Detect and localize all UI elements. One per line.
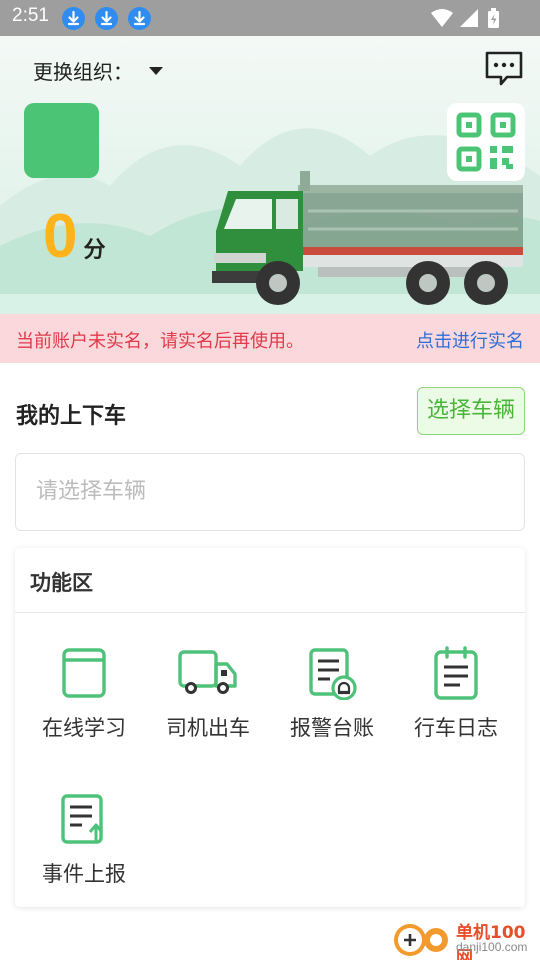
realname-warning-text: 当前账户未实名，请实名后再使用。 bbox=[16, 331, 304, 352]
function-driver-departure[interactable]: 司机出车 bbox=[146, 646, 270, 742]
function-area-title: 功能区 bbox=[30, 571, 93, 595]
score-value: 0 bbox=[43, 202, 78, 271]
site-watermark: 单机100网 danji100.com bbox=[392, 916, 540, 960]
logbook-icon bbox=[434, 646, 478, 700]
realname-notice-bar: 当前账户未实名，请实名后再使用。 点击进行实名 bbox=[0, 314, 540, 363]
function-online-learning[interactable]: 在线学习 bbox=[22, 646, 146, 742]
function-label: 在线学习 bbox=[42, 716, 126, 740]
function-driving-log[interactable]: 行车日志 bbox=[394, 646, 518, 742]
function-label: 事件上报 bbox=[42, 862, 126, 886]
org-switch-label: 更换组织： bbox=[33, 60, 133, 84]
vehicle-select-field[interactable]: 请选择车辆 bbox=[15, 453, 525, 531]
wheel bbox=[256, 261, 300, 305]
org-switch-dropdown[interactable]: 更换组织： bbox=[33, 56, 163, 85]
avatar[interactable] bbox=[24, 103, 99, 178]
function-event-report[interactable]: 事件上报 bbox=[22, 792, 146, 888]
caret-down-icon bbox=[149, 66, 163, 75]
dump-truck-illustration bbox=[212, 171, 523, 305]
status-right-icons bbox=[430, 8, 502, 34]
message-icon[interactable] bbox=[484, 50, 524, 92]
wheel bbox=[406, 261, 450, 305]
watermark-logo-icon bbox=[394, 924, 448, 956]
download-icon bbox=[62, 7, 85, 30]
my-vehicle-title: 我的上下车 bbox=[16, 404, 127, 429]
select-vehicle-button[interactable]: 选择车辆 bbox=[417, 387, 525, 435]
status-time: 2:51 bbox=[12, 5, 49, 26]
watermark-url: danji100.com bbox=[456, 940, 528, 954]
download-icon bbox=[95, 7, 118, 30]
score-display: 0 分 bbox=[43, 206, 106, 268]
profile-header: 更换组织： 0 分 bbox=[0, 36, 540, 314]
function-label: 报警台账 bbox=[290, 716, 374, 740]
book-icon bbox=[62, 648, 106, 698]
divider bbox=[15, 612, 525, 613]
realname-verify-link[interactable]: 点击进行实名 bbox=[416, 327, 524, 353]
report-upload-icon bbox=[61, 794, 104, 844]
status-bar: 2:51 bbox=[0, 0, 540, 36]
function-label: 司机出车 bbox=[166, 716, 250, 740]
function-label: 行车日志 bbox=[414, 716, 498, 740]
function-area-card: 功能区 在线学习 司机出车 报警台账 行车日志 事件上报 bbox=[15, 548, 525, 907]
qr-code-icon bbox=[456, 112, 516, 172]
wifi-icon bbox=[431, 9, 453, 27]
function-alarm-ledger[interactable]: 报警台账 bbox=[270, 646, 394, 742]
qr-code-button[interactable] bbox=[447, 103, 525, 181]
alarm-ledger-icon bbox=[309, 648, 357, 700]
download-icon bbox=[128, 7, 151, 30]
battery-icon bbox=[488, 8, 499, 28]
wheel bbox=[464, 261, 508, 305]
score-unit: 分 bbox=[83, 238, 106, 263]
truck-icon bbox=[178, 650, 237, 694]
cell-signal-icon bbox=[460, 9, 478, 27]
